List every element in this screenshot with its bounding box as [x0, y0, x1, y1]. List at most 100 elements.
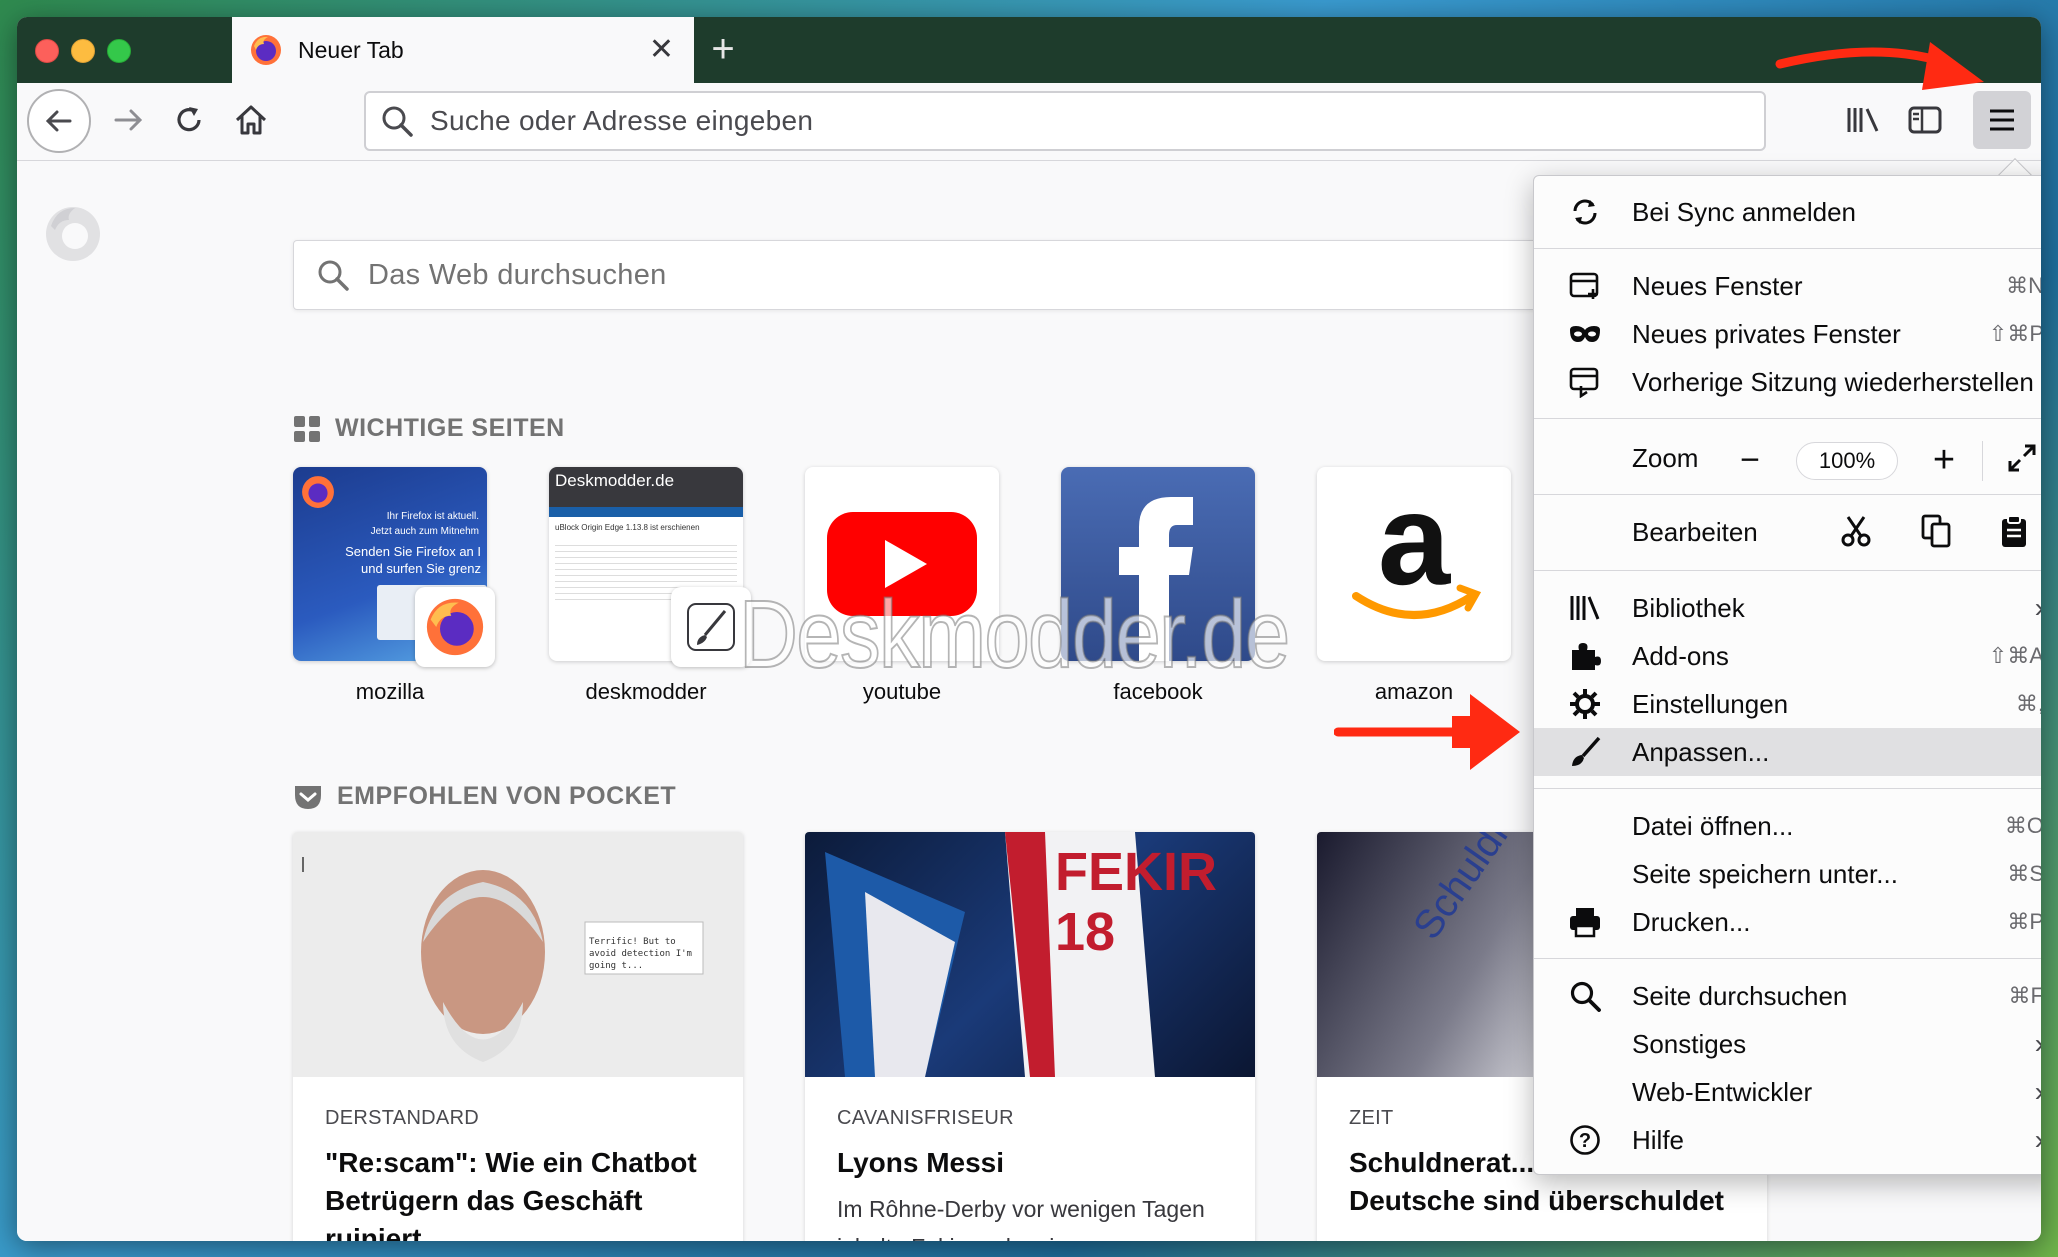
clipboard-icon [2002, 515, 2026, 547]
pocket-title: EMPFOHLEN VON POCKET [337, 782, 677, 810]
home-button[interactable] [229, 98, 273, 142]
menu-item-addons[interactable]: Add-ons ⇧⌘A [1534, 632, 2041, 680]
watermark: Deskmodder.de [738, 580, 1291, 689]
cut-button[interactable] [1840, 514, 1876, 550]
tab-title: Neuer Tab [298, 36, 404, 63]
topsites-heading[interactable]: WICHTIGE SEITEN [293, 414, 565, 443]
zoom-out-button[interactable]: − [1730, 441, 1770, 480]
zoom-icon-spacer [1568, 441, 1602, 475]
arrow-left-icon [45, 110, 72, 132]
menu-separator [1534, 788, 2041, 789]
menu-item-shortcut: ⇧⌘A [1988, 643, 2041, 668]
new-tab-plus-icon[interactable]: + [703, 29, 743, 71]
zoom-window-button[interactable] [107, 39, 131, 63]
sync-icon [1568, 195, 1602, 229]
svg-text:?: ? [1579, 1130, 1591, 1152]
menu-item-shortcut: ⌘F [2008, 983, 2041, 1008]
menu-item-label: Seite speichern unter... [1632, 858, 1898, 889]
private-mask-icon [1568, 317, 1602, 351]
edit-icon-spacer [1568, 515, 1602, 549]
brush-icon [1568, 735, 1602, 769]
thumb-line: Senden Sie Firefox an I [345, 544, 481, 559]
firefox-icon [426, 598, 484, 656]
menu-item-label: Neues privates Fenster [1632, 318, 1901, 349]
url-bar[interactable]: Suche oder Adresse eingeben [364, 91, 1766, 151]
menu-item-customize[interactable]: Anpassen... [1534, 728, 2041, 776]
card-source: DERSTANDARD [325, 1107, 480, 1129]
menu-item-find[interactable]: Seite durchsuchen ⌘F [1534, 972, 2041, 1020]
card-body: DERSTANDARD "Re:scam": Wie ein Chatbot B… [293, 1077, 743, 1241]
zoom-reset-button[interactable]: 100% [1796, 441, 1898, 480]
menu-item-preferences[interactable]: Einstellungen ⌘, [1534, 680, 2041, 728]
copy-button[interactable] [1920, 514, 1956, 550]
menu-item-sync[interactable]: Bei Sync anmelden [1534, 188, 2041, 236]
forward-button[interactable] [107, 98, 151, 142]
menu-separator [1534, 494, 2041, 495]
menu-item-label: Add-ons [1632, 640, 1729, 671]
url-bar-placeholder: Suche oder Adresse eingeben [430, 105, 814, 136]
menu-item-private-window[interactable]: Neues privates Fenster ⇧⌘P [1534, 310, 2041, 358]
menu-separator [1534, 418, 2041, 419]
menu-item-shortcut: ⌘, [2015, 691, 2041, 716]
pocket-icon [295, 785, 321, 809]
close-tab-icon[interactable]: ✕ [649, 35, 674, 65]
back-button[interactable] [27, 89, 91, 153]
minimize-window-button[interactable] [71, 39, 95, 63]
card-title: Lyons Messi [837, 1147, 1005, 1178]
search-icon [318, 260, 349, 291]
menu-item-more[interactable]: Sonstiges › [1534, 1020, 2041, 1068]
menu-separator [1534, 570, 2041, 571]
fullscreen-button[interactable] [2007, 443, 2037, 478]
chevron-right-icon: › [2035, 592, 2041, 624]
menu-item-label: Vorherige Sitzung wiederherstellen [1632, 366, 2034, 397]
menu-item-help[interactable]: ? Hilfe › [1534, 1116, 2041, 1164]
menu-item-label: Seite durchsuchen [1632, 980, 1848, 1011]
thumbnail-navbar [549, 507, 743, 517]
paste-button[interactable] [2000, 514, 2036, 550]
amazon-logo-icon: a [1352, 484, 1482, 619]
menu-separator [1534, 958, 2041, 959]
menu-item-label: Sonstiges [1632, 1028, 1747, 1059]
close-window-button[interactable] [35, 39, 59, 63]
thumbnail-text: uBlock Origin Edge 1.13.8 ist erschienen [555, 523, 700, 532]
pocket-card[interactable]: FEKIR 18 CAVANISFRISEUR Lyons Messi Im R… [805, 832, 1255, 1241]
menu-item-print[interactable]: Drucken... ⌘P [1534, 898, 2041, 946]
reload-icon [177, 107, 201, 132]
menu-item-restore-session[interactable]: Vorherige Sitzung wiederherstellen [1534, 358, 2041, 406]
topsite-label: deskmodder [585, 679, 707, 704]
topsite-amazon[interactable]: a amazon [1317, 467, 1511, 705]
menu-separator [1534, 248, 2041, 249]
printer-icon [1568, 905, 1602, 939]
help-icon: ? [1568, 1123, 1602, 1157]
zoom-divider [1982, 440, 1983, 481]
fullscreen-icon [2008, 444, 2036, 472]
reload-button[interactable] [167, 98, 211, 142]
menu-item-label: Bearbeiten [1632, 516, 1758, 547]
menu-item-web-developer[interactable]: Web-Entwickler › [1534, 1068, 2041, 1116]
title-bar: Neuer Tab ✕ + [17, 17, 2041, 83]
card-body: CAVANISFRISEUR Lyons Messi Im Rôhne-Derb… [805, 1077, 1255, 1241]
menu-item-shortcut: ⌘S [2007, 861, 2041, 886]
topsite-deskmodder[interactable]: Deskmodder.de uBlock Origin Edge 1.13.8 … [549, 467, 751, 705]
menu-item-label: Bibliothek [1632, 592, 1745, 623]
menu-item-open-file[interactable]: Datei öffnen... ⌘O [1534, 802, 2041, 850]
firefox-icon [302, 476, 334, 508]
zoom-in-button[interactable]: + [1924, 439, 1964, 482]
card-image-text: FEKIR 18 [1055, 842, 1217, 962]
menu-item-shortcut: ⌘O [2004, 813, 2041, 838]
topsite-badge [415, 587, 495, 667]
search-icon [1568, 979, 1602, 1013]
menu-item-library[interactable]: Bibliothek › [1534, 584, 2041, 632]
thumb-line: und surfen Sie grenz [361, 561, 481, 576]
pocket-card[interactable]: Terrific! But to avoid detection I'm goi… [293, 832, 743, 1241]
topsite-mozilla[interactable]: Ihr Firefox ist aktuell. Jetzt auch zum … [293, 467, 495, 705]
menu-item-save-page[interactable]: Seite speichern unter... ⌘S [1534, 850, 2041, 898]
menu-item-label: Drucken... [1632, 906, 1751, 937]
menu-item-new-window[interactable]: Neues Fenster ⌘N [1534, 262, 2041, 310]
pocket-heading[interactable]: EMPFOHLEN VON POCKET [293, 782, 676, 811]
card-image: FEKIR 18 [805, 832, 1255, 1077]
firefox-logo-icon [46, 207, 100, 261]
card-image: Terrific! But to avoid detection I'm goi… [293, 832, 743, 1077]
tab-new-tab[interactable]: Neuer Tab ✕ [232, 17, 694, 83]
menu-item-label: Hilfe [1632, 1124, 1685, 1155]
